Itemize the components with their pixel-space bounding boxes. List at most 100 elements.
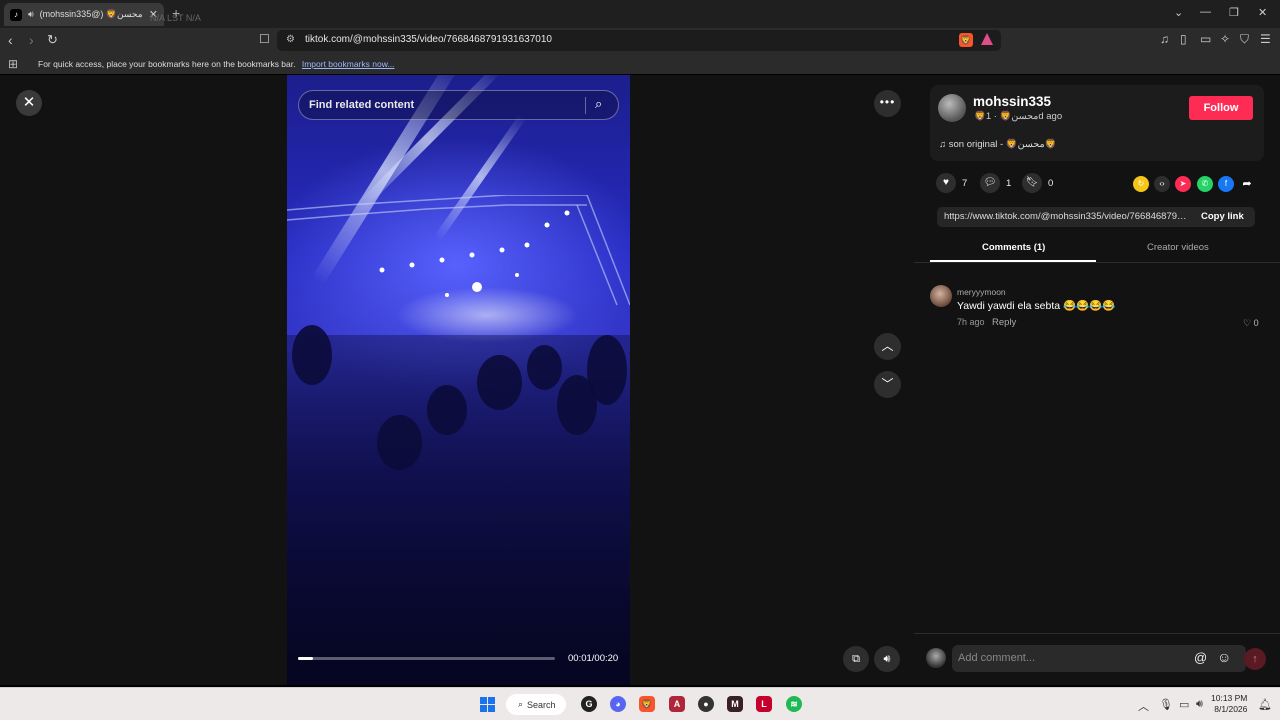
like-count: 7	[962, 177, 968, 189]
comment-like[interactable]: ♡ 0	[1243, 318, 1259, 329]
volume-icon[interactable]: 🔊︎	[874, 646, 900, 672]
copy-link-row: https://www.tiktok.com/@mohssin335/video…	[937, 207, 1255, 227]
leo-ai-icon[interactable]: ✧	[1220, 32, 1230, 46]
microphone-icon[interactable]: 🎙︎	[1159, 698, 1173, 711]
brave-browser-icon[interactable]: 🦁	[639, 696, 655, 712]
previous-video-button[interactable]: ︿	[874, 333, 901, 360]
heart-outline-icon[interactable]: ♡	[1243, 318, 1251, 328]
comment-stat[interactable]: 💬︎ 1	[980, 173, 1011, 193]
crowd-silhouette	[427, 385, 467, 435]
app-icon-l[interactable]: L	[756, 696, 772, 712]
stage-truss	[287, 195, 630, 306]
forward-button[interactable]: ›	[29, 32, 34, 48]
bookmarks-hint: For quick access, place your bookmarks h…	[38, 59, 394, 69]
commenter-avatar[interactable]	[930, 285, 952, 307]
follow-button[interactable]: Follow	[1189, 96, 1253, 120]
discord-icon[interactable]: ◕	[610, 696, 626, 712]
notifications-icon[interactable]: 🔔︎	[1258, 698, 1272, 711]
speaker-icon[interactable]: 🔊︎	[28, 9, 34, 20]
taskbar-search[interactable]: ⌕ Search	[506, 694, 566, 715]
find-related-search[interactable]: Find related content ⌕	[298, 90, 619, 120]
avatar[interactable]	[938, 94, 966, 122]
music-info[interactable]: ♫ son original - 🦁محسن🦁	[939, 139, 1056, 150]
active-tab-indicator	[930, 260, 1096, 262]
my-avatar	[926, 648, 946, 668]
windows-taskbar: ⌕ Search G ◕ 🦁 A ● M L ≋ ︿ 🎙︎ ▭ 🔊︎ 10:13…	[0, 687, 1280, 720]
author-name[interactable]: mohssin335	[973, 94, 1051, 109]
embed-icon[interactable]: ‹›	[1154, 176, 1170, 192]
system-clock[interactable]: 10:13 PM 8/1/2026	[1211, 693, 1247, 715]
comment-input[interactable]: Add comment... @ ☺	[952, 645, 1246, 672]
clock-time: 10:13 PM	[1211, 693, 1248, 703]
crowd-silhouette	[377, 415, 422, 470]
url-text[interactable]: tiktok.com/@mohssin335/video/76684687919…	[305, 34, 552, 45]
comment-bar: Add comment... @ ☺ ↑	[914, 633, 1280, 685]
save-stat[interactable]: 🔖︎ 0	[1022, 173, 1053, 193]
panel-tabs: Comments (1) Creator videos	[914, 235, 1280, 263]
emoji-icon[interactable]: ☺	[1217, 649, 1231, 665]
crowd-silhouette	[477, 355, 522, 410]
network-icon[interactable]: ▭	[1179, 698, 1189, 711]
media-icon[interactable]: ♫	[1160, 32, 1169, 46]
tab-creator-videos[interactable]: Creator videos	[1147, 242, 1209, 253]
show-hidden-icons[interactable]: ︿	[1138, 698, 1149, 714]
maximize-button[interactable]: ❐	[1229, 6, 1239, 19]
spotify-icon[interactable]: ≋	[786, 696, 802, 712]
bookmarks-hint-text: For quick access, place your bookmarks h…	[38, 59, 296, 69]
app-icon-a[interactable]: A	[669, 696, 685, 712]
wallet-icon[interactable]: ▭	[1200, 32, 1211, 46]
windows-start-icon[interactable]	[480, 697, 495, 712]
more-options-button[interactable]: •••	[874, 90, 901, 117]
brave-rewards-icon[interactable]	[981, 33, 993, 45]
github-icon[interactable]: G	[581, 696, 597, 712]
send-icon[interactable]: ➤	[1175, 176, 1191, 192]
bookmark-icon[interactable]: ☐	[259, 32, 270, 46]
video-progress-bar[interactable]	[298, 657, 555, 660]
tab-title: (mohssin335@) 🦁محسن🦁	[39, 9, 143, 19]
heart-icon[interactable]: ♥	[936, 173, 956, 193]
search-placeholder: Find related content	[309, 99, 415, 111]
reply-button[interactable]: Reply	[992, 317, 1016, 328]
floating-player-button[interactable]: ⧉	[843, 646, 869, 672]
comment-icon[interactable]: 💬︎	[980, 173, 1000, 193]
whatsapp-icon[interactable]: ✆	[1197, 176, 1213, 192]
address-bar[interactable]: ⚙ tiktok.com/@mohssin335/video/766846879…	[277, 30, 1001, 51]
search-icon[interactable]: ⌕	[595, 96, 602, 112]
bookmark-icon[interactable]: 🔖︎	[1022, 173, 1042, 193]
video-player[interactable]	[287, 75, 630, 685]
crowd-silhouette	[292, 325, 332, 385]
clock-date: 8/1/2026	[1214, 704, 1248, 714]
mention-icon[interactable]: @	[1194, 650, 1207, 665]
post-comment-button[interactable]: ↑	[1244, 648, 1266, 670]
vpn-icon[interactable]: ⛉	[1240, 32, 1249, 47]
facebook-icon[interactable]: f	[1218, 176, 1234, 192]
commenter-name[interactable]: meryyymoon	[957, 287, 1006, 297]
tab-comments[interactable]: Comments (1)	[982, 242, 1045, 253]
author-card: mohssin335 🦁محسن🦁 · 1d ago Follow ♫ son …	[930, 85, 1264, 161]
menu-icon[interactable]: ☰	[1260, 32, 1271, 46]
minimize-button[interactable]: —	[1200, 6, 1211, 18]
stats-row: ♥ 7 💬︎ 1 🔖︎ 0 ↻ ‹› ➤ ✆ f ➦	[930, 173, 1264, 195]
like-stat[interactable]: ♥ 7	[936, 173, 967, 193]
app-icon-m[interactable]: M	[727, 696, 743, 712]
close-icon[interactable]: ✕	[16, 90, 42, 116]
next-video-button[interactable]: ﹀	[874, 371, 901, 398]
import-bookmarks-link[interactable]: Import bookmarks now...	[302, 59, 395, 69]
sidebar-icon[interactable]: ▯	[1180, 32, 1187, 46]
apps-grid-icon[interactable]: ⊞	[8, 57, 18, 71]
site-info-icon[interactable]: ⚙	[286, 34, 295, 45]
volume-tray-icon[interactable]: 🔊︎	[1196, 698, 1203, 711]
close-window-button[interactable]: ✕	[1258, 6, 1267, 19]
share-arrow-icon[interactable]: ➦	[1239, 176, 1255, 192]
back-button[interactable]: ‹	[8, 32, 13, 48]
browser-tab[interactable]: ♪ 🔊︎ (mohssin335@) 🦁محسن🦁 ✕	[4, 3, 164, 26]
repost-icon[interactable]: ↻	[1133, 176, 1149, 192]
reload-button[interactable]: ↻	[47, 32, 58, 48]
tab-search-icon[interactable]: ⌄	[1174, 6, 1183, 19]
comment-item: meryyymoon Yawdi yawdi ela sebta 😂😂😂😂 7h…	[930, 285, 1264, 335]
copy-link-button[interactable]: Copy link	[1201, 211, 1244, 222]
search-icon: ⌕	[518, 699, 524, 709]
obs-icon[interactable]: ●	[698, 696, 714, 712]
brave-shields-icon[interactable]: 🦁	[959, 33, 973, 47]
new-tab-button[interactable]: +	[172, 5, 180, 21]
